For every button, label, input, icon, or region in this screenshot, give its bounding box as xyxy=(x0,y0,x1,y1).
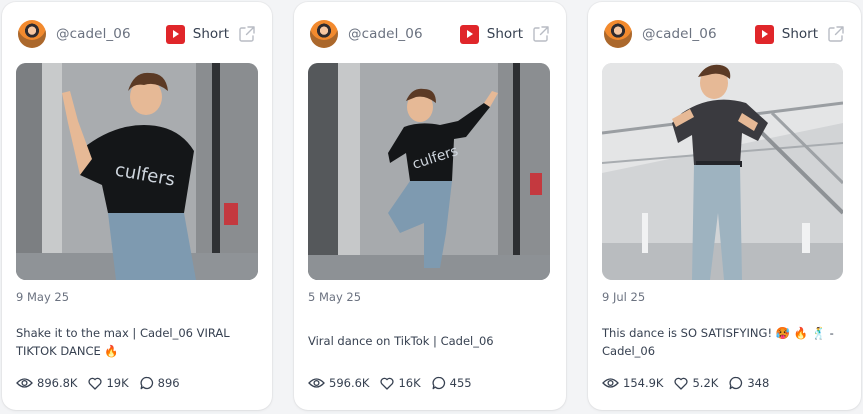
card-header: @cadel_06 Short xyxy=(18,19,256,49)
views-count: 596.6K xyxy=(329,376,370,390)
youtube-icon xyxy=(754,24,774,44)
comments-count: 896 xyxy=(157,376,180,390)
views-stat: 896.8K xyxy=(16,376,77,390)
comments-count: 455 xyxy=(449,376,472,390)
post-date: 9 May 25 xyxy=(16,290,70,304)
video-thumbnail[interactable] xyxy=(602,63,843,280)
content-type-label: Short xyxy=(486,26,523,42)
heart-icon xyxy=(88,377,102,390)
creator-handle[interactable]: @cadel_06 xyxy=(56,26,131,42)
eye-icon xyxy=(308,378,325,388)
content-type-label: Short xyxy=(781,26,818,42)
post-card[interactable]: @cadel_06 Short culfers xyxy=(2,2,272,410)
views-count: 896.8K xyxy=(37,376,78,390)
eye-icon xyxy=(16,378,33,388)
heart-icon xyxy=(380,377,394,390)
creator-handle[interactable]: @cadel_06 xyxy=(642,26,717,42)
post-card[interactable]: @cadel_06 Short 9 Jul 25 This dance is S… xyxy=(588,2,861,410)
engagement-stats: 596.6K 16K 455 xyxy=(308,376,483,390)
likes-count: 5.2K xyxy=(692,376,719,390)
post-title: This dance is SO SATISFYING! 🥵 🔥 🕺 - Cad… xyxy=(602,326,834,358)
video-thumbnail[interactable]: culfers xyxy=(16,63,258,280)
card-header: @cadel_06 Short xyxy=(604,19,845,49)
views-stat: 596.6K xyxy=(308,376,369,390)
likes-stat: 16K xyxy=(380,376,421,390)
avatar[interactable] xyxy=(18,20,46,48)
post-title: Viral dance on TikTok | Cadel_06 xyxy=(308,334,494,348)
youtube-icon xyxy=(165,24,185,44)
external-link-icon[interactable] xyxy=(238,25,256,43)
comment-icon xyxy=(729,376,743,390)
comments-count: 348 xyxy=(747,376,770,390)
video-thumbnail[interactable]: culfers xyxy=(308,63,550,280)
post-date: 9 Jul 25 xyxy=(602,290,646,304)
comments-stat: 348 xyxy=(729,376,769,390)
post-date: 5 May 25 xyxy=(308,290,362,304)
content-type-label: Short xyxy=(192,26,229,42)
post-grid: @cadel_06 Short culfers 9 May 25 Shake i… xyxy=(0,0,863,414)
engagement-stats: 154.9K 5.2K 348 xyxy=(602,376,780,390)
avatar[interactable] xyxy=(604,20,632,48)
external-link-icon[interactable] xyxy=(827,25,845,43)
youtube-icon xyxy=(459,24,479,44)
comments-stat: 455 xyxy=(432,376,472,390)
comments-stat: 896 xyxy=(140,376,180,390)
avatar[interactable] xyxy=(310,20,338,48)
heart-icon xyxy=(674,377,688,390)
views-count: 154.9K xyxy=(623,376,664,390)
likes-count: 19K xyxy=(106,376,129,390)
creator-handle[interactable]: @cadel_06 xyxy=(348,26,423,42)
likes-stat: 19K xyxy=(88,376,129,390)
views-stat: 154.9K xyxy=(602,376,663,390)
engagement-stats: 896.8K 19K 896 xyxy=(16,376,191,390)
external-link-icon[interactable] xyxy=(532,25,550,43)
comment-icon xyxy=(140,376,153,390)
post-card[interactable]: @cadel_06 Short culfers xyxy=(294,2,566,410)
comment-icon xyxy=(432,376,445,390)
card-header: @cadel_06 Short xyxy=(310,19,550,49)
likes-stat: 5.2K xyxy=(674,376,718,390)
eye-icon xyxy=(602,378,619,388)
post-title: Shake it to the max | Cadel_06 VIRAL TIK… xyxy=(16,326,230,358)
likes-count: 16K xyxy=(398,376,421,390)
